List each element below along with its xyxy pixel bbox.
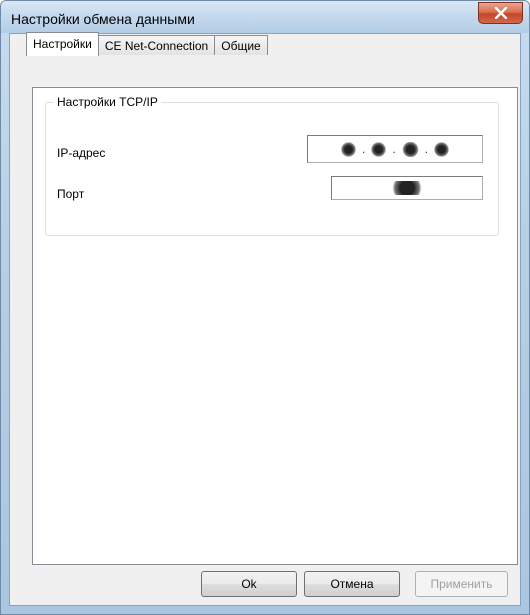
ip-separator: . [392, 142, 396, 156]
tcp-ip-groupbox [45, 102, 499, 236]
redacted-ip-octet [401, 141, 419, 157]
redacted-port-value [388, 181, 426, 195]
ip-address-label: IP-адрес [57, 146, 106, 160]
redacted-ip-octet [371, 141, 387, 157]
redacted-ip-octet [340, 141, 356, 157]
close-icon [494, 7, 507, 19]
tab-general[interactable]: Общие [214, 35, 268, 55]
ok-button[interactable]: Ok [201, 571, 297, 597]
tcp-ip-groupbox-legend: Настройки TCP/IP [54, 95, 161, 109]
cancel-button[interactable]: Отмена [304, 571, 400, 597]
title-bar[interactable]: Настройки обмена данными [1, 1, 529, 33]
tab-ce-net-connection[interactable]: CE Net-Connection [97, 35, 216, 55]
tab-settings[interactable]: Настройки [26, 32, 99, 56]
apply-button[interactable]: Применить [415, 571, 508, 597]
ip-separator: . [424, 142, 429, 156]
tab-strip: Настройки CE Net-Connection Общие [26, 32, 268, 56]
ip-separator: . [361, 142, 366, 156]
ip-address-value-redacted: . . . [340, 141, 450, 157]
close-button[interactable] [478, 2, 523, 24]
window-title: Настройки обмена данными [11, 11, 195, 27]
port-field[interactable] [331, 176, 483, 200]
ip-address-field[interactable]: . . . [307, 135, 483, 163]
redacted-ip-octet [434, 141, 450, 157]
port-label: Порт [57, 187, 85, 201]
